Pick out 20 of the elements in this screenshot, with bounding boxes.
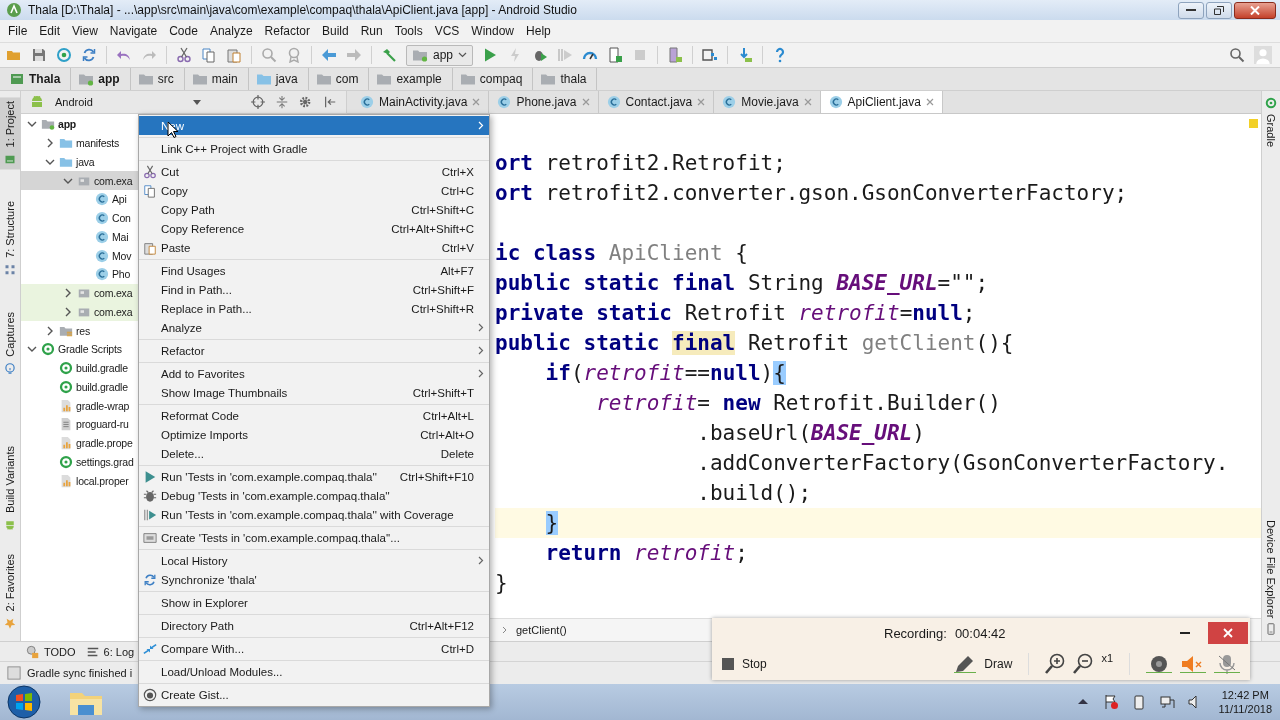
window-title: Thala [D:\Thala] - ...\app\src\main\java\com\example\compaq\thala\ApiClient.java [app] - Android Studio [28, 3, 577, 17]
code-line: ort retrofit2.Retrofit; [495, 150, 787, 177]
code-line: public static final String BASE_URL=""; [495, 270, 990, 297]
recording-time: 00:04:42 [954, 625, 1006, 641]
code-line: return retrofit; [544, 540, 749, 567]
code-line: private static Retrofit retrofit=null; [495, 300, 977, 327]
clock-time: 12:42 PM [1221, 688, 1269, 702]
recording-label: Recording: [884, 625, 947, 641]
zoom-level: x1 [1101, 652, 1113, 664]
code-line: public static final Retrofit getClient(){ [495, 330, 1015, 357]
code-line: .baseUrl(BASE_URL) [696, 420, 926, 447]
code-line: retrofit= new Retrofit.Builder() [595, 390, 1002, 417]
code-line: if(retrofit==null){ [544, 360, 787, 387]
code-line: } [495, 570, 509, 597]
clock-date: 11/11/2018 [1218, 702, 1272, 716]
code-line: .addConverterFactory(GsonConverterFactory. [696, 450, 1230, 477]
code-line: ic class ApiClient { [495, 240, 749, 267]
code-line: .build(); [696, 480, 813, 507]
status-message: Gradle sync finished i [27, 667, 133, 679]
code-line: ort retrofit2.converter.gson.GsonConverterFactory; [495, 180, 1129, 207]
